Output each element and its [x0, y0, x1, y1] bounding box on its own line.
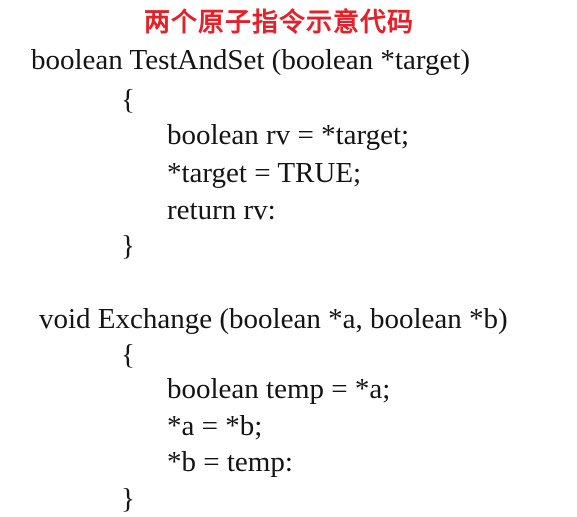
code-line-close-brace: }: [121, 230, 135, 262]
code-line-open-brace: {: [121, 339, 135, 371]
code-line-exchange-signature: void Exchange (boolean *a, boolean *b): [39, 303, 508, 335]
code-line-rv-declaration: boolean rv = *target;: [167, 119, 410, 151]
code-line-assign-b: *b = temp:: [167, 446, 293, 478]
code-line-assign-a: *a = *b;: [167, 410, 263, 442]
slide-title: 两个原子指令示意代码: [144, 8, 415, 38]
code-line-set-target: *target = TRUE;: [167, 157, 362, 189]
code-line-return-rv: return rv:: [167, 194, 276, 226]
code-line-close-brace: }: [121, 483, 135, 515]
code-line-open-brace: {: [121, 84, 135, 116]
code-line-temp-declaration: boolean temp = *a;: [167, 373, 391, 405]
code-line-testandset-signature: boolean TestAndSet (boolean *target): [31, 44, 471, 76]
